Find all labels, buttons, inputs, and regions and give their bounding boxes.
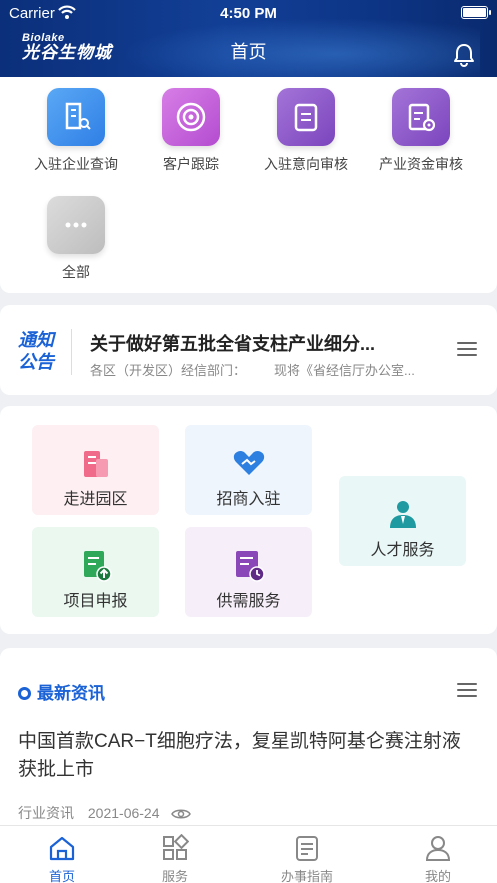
tab-label: 服务 — [161, 869, 188, 883]
app-header: Carrier 4:50 PM Biolake 光谷生物城 首页 — [0, 0, 497, 77]
quick-item-label: 客户跟踪 — [163, 156, 219, 172]
document-icon — [277, 88, 335, 146]
notice-sub-left: 各区（开发区）经信部门： — [90, 363, 247, 378]
tab-profile[interactable]: 我的 — [376, 826, 497, 883]
news-title[interactable]: 中国首款CAR−T细胞疗法，复星凯特阿基仑赛注射液获批上市 — [18, 728, 478, 784]
service-park[interactable]: 走进园区 — [32, 425, 159, 515]
battery-icon — [461, 6, 491, 19]
page-title: 首页 — [230, 42, 267, 62]
service-supply-demand[interactable]: 供需服务 — [185, 527, 312, 617]
user-icon — [425, 836, 451, 861]
service-talent[interactable]: 人才服务 — [339, 476, 466, 566]
tab-services[interactable]: 服务 — [113, 826, 237, 883]
news-date: 2021-06-24 — [87, 805, 160, 821]
notice-badge-line1: 通知 — [18, 330, 54, 350]
menu-icon[interactable] — [457, 683, 477, 699]
quick-item-customer-tracking[interactable]: 客户跟踪 — [129, 88, 253, 174]
doc-clock-icon — [235, 551, 265, 582]
bell-icon[interactable] — [451, 42, 477, 68]
news-section-title: 最新资讯 — [18, 679, 105, 704]
quick-item-enterprise-query[interactable]: 入驻企业查询 — [14, 88, 138, 174]
quick-menu-card: 入驻企业查询 客户跟踪 入驻意向审核 产业资金审核 全部 — [0, 77, 497, 293]
report-upload-icon — [83, 551, 112, 582]
guide-icon — [296, 836, 318, 861]
notice-badge: 通知 公告 — [18, 329, 58, 373]
quick-item-fund-review[interactable]: 产业资金审核 — [359, 88, 483, 174]
service-label: 人才服务 — [370, 542, 435, 559]
service-label: 招商入驻 — [216, 491, 281, 508]
eye-icon — [171, 809, 192, 819]
file-gear-icon — [392, 88, 450, 146]
tab-label: 首页 — [48, 869, 75, 883]
service-project[interactable]: 项目申报 — [32, 527, 159, 617]
park-building-icon — [83, 451, 108, 477]
quick-item-entry-review[interactable]: 入驻意向审核 — [244, 88, 368, 174]
services-card: 走进园区 招商入驻 人才服务 项目申报 供需服务 — [0, 406, 497, 634]
quick-item-label: 入驻企业查询 — [34, 156, 118, 172]
news-section-label: 最新资讯 — [37, 684, 105, 703]
notice-title[interactable]: 关于做好第五批全省支柱产业细分... — [90, 330, 420, 356]
tab-bar: 首页 服务 办事指南 我的 — [0, 825, 497, 883]
news-category: 行业资讯 — [18, 805, 74, 821]
notice-badge-line2: 公告 — [18, 352, 54, 372]
grid-icon — [163, 834, 189, 860]
notice-card[interactable]: 通知 公告 关于做好第五批全省支柱产业细分... 各区（开发区）经信部门： 现将… — [0, 305, 497, 395]
menu-icon[interactable] — [457, 342, 477, 358]
ring-icon — [18, 687, 31, 700]
service-label: 供需服务 — [216, 593, 281, 610]
news-meta: 行业资讯 2021-06-24 — [18, 803, 192, 823]
notice-sub-right: 现将《省经信厅办公室... — [274, 363, 415, 378]
tab-home[interactable]: 首页 — [0, 826, 124, 883]
quick-item-label: 入驻意向审核 — [264, 156, 348, 172]
news-card: 最新资讯 中国首款CAR−T细胞疗法，复星凯特阿基仑赛注射液获批上市 行业资讯 … — [0, 648, 497, 838]
clock: 4:50 PM — [220, 5, 277, 22]
quick-item-label: 产业资金审核 — [379, 156, 463, 172]
target-icon — [162, 88, 220, 146]
tab-label: 我的 — [424, 869, 451, 883]
status-bar: Carrier 4:50 PM — [0, 0, 497, 26]
more-icon — [47, 196, 105, 254]
handshake-icon — [233, 450, 264, 475]
tab-label: 办事指南 — [280, 869, 333, 883]
home-icon — [49, 836, 75, 861]
quick-item-label: 全部 — [62, 264, 90, 280]
building-search-icon — [47, 88, 105, 146]
service-label: 项目申报 — [63, 593, 128, 610]
quick-item-all[interactable]: 全部 — [14, 196, 138, 282]
service-investment[interactable]: 招商入驻 — [185, 425, 312, 515]
tab-guide[interactable]: 办事指南 — [245, 826, 369, 883]
divider — [71, 329, 72, 375]
service-label: 走进园区 — [63, 491, 128, 508]
person-icon — [389, 501, 416, 528]
